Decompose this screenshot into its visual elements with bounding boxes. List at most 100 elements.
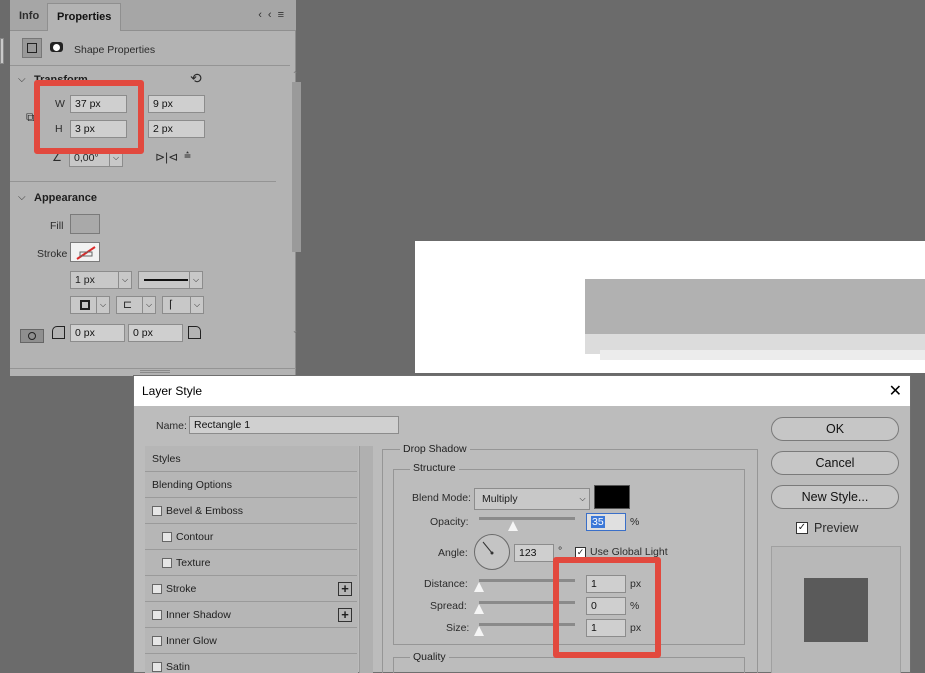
size-unit: px: [630, 622, 642, 634]
stroke-width-dropdown[interactable]: 1 px ⌵: [70, 271, 132, 289]
resize-grip-icon[interactable]: [140, 370, 170, 373]
width-field[interactable]: 37 px: [70, 95, 127, 113]
link-corners-button[interactable]: [20, 329, 44, 343]
preview-checkbox[interactable]: ✓: [796, 522, 808, 534]
checkbox[interactable]: [162, 558, 172, 568]
style-item-styles[interactable]: Styles: [145, 446, 357, 472]
chevron-down-icon: ⌵: [96, 297, 109, 313]
chevron-down-icon: ⌵: [109, 150, 122, 166]
properties-panel: Info Properties ‹‹≡ Shape Properties ⌵ T…: [10, 0, 301, 376]
opacity-field[interactable]: 35: [586, 513, 626, 531]
panel-controls: ‹‹≡: [258, 9, 290, 21]
size-slider[interactable]: [479, 623, 575, 626]
scroll-down-icon[interactable]: ⌄: [292, 326, 299, 335]
shape-transform-icon: [27, 43, 37, 53]
y-position-field[interactable]: 2 px: [148, 120, 205, 138]
tab-info[interactable]: Info: [10, 3, 48, 31]
transform-section-label: Transform: [34, 74, 88, 86]
scrollbar-thumb[interactable]: [292, 82, 301, 252]
height-field[interactable]: 3 px: [70, 120, 127, 138]
close-icon[interactable]: ✕: [889, 381, 902, 401]
flip-horizontal-icon[interactable]: ⊳|⊲: [155, 150, 178, 164]
checkbox[interactable]: [152, 662, 162, 672]
shape-properties-label: Shape Properties: [74, 44, 156, 56]
rectangle-layer[interactable]: [585, 279, 925, 334]
shadow-color-swatch[interactable]: [594, 485, 630, 509]
stroke-align-dropdown[interactable]: ⌵: [70, 296, 110, 314]
opacity-label: Opacity:: [430, 516, 469, 528]
x-position-field[interactable]: 9 px: [148, 95, 205, 113]
opacity-value: 35: [591, 516, 605, 528]
blend-mode-value: Multiply: [482, 493, 518, 505]
cancel-button[interactable]: Cancel: [771, 451, 899, 475]
tab-properties[interactable]: Properties: [47, 3, 122, 31]
style-item-texture[interactable]: Texture: [145, 550, 357, 576]
style-item-label: Blending Options: [152, 479, 232, 491]
add-effect-icon[interactable]: +: [338, 608, 352, 622]
stroke-caps-dropdown[interactable]: ⊏ ⌵: [116, 296, 156, 314]
shape-properties-button[interactable]: [22, 38, 42, 58]
style-item-inner-shadow[interactable]: Inner Shadow +: [145, 602, 357, 628]
reset-transform-icon[interactable]: ⟲: [190, 70, 202, 87]
stroke-type-dropdown[interactable]: ⌵: [138, 271, 203, 289]
chevron-down-icon[interactable]: ⌵: [18, 192, 26, 203]
corner-radius-field[interactable]: 0 px: [70, 324, 125, 342]
link-dimensions-icon[interactable]: ⧉: [26, 110, 35, 125]
angle-dial-needle-icon: [482, 541, 494, 555]
spread-slider-handle[interactable]: [474, 604, 484, 614]
style-item-label: Inner Glow: [166, 635, 217, 647]
distance-slider-handle[interactable]: [474, 582, 484, 592]
style-preview-swatch: [804, 578, 868, 642]
size-slider-handle[interactable]: [474, 626, 484, 636]
angle-dial[interactable]: [474, 534, 510, 570]
spread-slider[interactable]: [479, 601, 575, 604]
style-item-contour[interactable]: Contour: [145, 524, 357, 550]
angle-icon: ∠: [52, 152, 62, 164]
blend-mode-dropdown[interactable]: Multiply ⌵: [474, 488, 590, 510]
checkbox[interactable]: [152, 610, 162, 620]
size-field[interactable]: 1: [586, 619, 626, 637]
corner-radius-field[interactable]: 0 px: [128, 324, 183, 342]
use-global-light-checkbox[interactable]: ✓: [575, 547, 586, 558]
dialog-title: Layer Style: [142, 384, 203, 398]
scroll-up-icon[interactable]: ⌃: [292, 70, 299, 79]
chevron-down-icon: ⌵: [190, 297, 203, 313]
collapse-panel-icon[interactable]: ‹‹: [258, 9, 277, 21]
stroke-corners-dropdown[interactable]: ⌈ ⌵: [162, 296, 204, 314]
fill-swatch[interactable]: [70, 214, 100, 234]
layer-name-field[interactable]: Rectangle 1: [189, 416, 399, 434]
checkbox[interactable]: [152, 636, 162, 646]
panel-menu-icon[interactable]: ≡: [278, 9, 290, 21]
link-icon: [28, 332, 36, 340]
stroke-swatch[interactable]: [70, 242, 100, 262]
angle-dropdown[interactable]: 0,00° ⌵: [69, 149, 123, 167]
style-preview-box: [771, 546, 901, 673]
blend-mode-label: Blend Mode:: [412, 492, 471, 504]
new-style-button[interactable]: New Style...: [771, 485, 899, 509]
ok-button[interactable]: OK: [771, 417, 899, 441]
checkbox[interactable]: [162, 532, 172, 542]
opacity-slider[interactable]: [479, 517, 575, 520]
mask-properties-button[interactable]: [47, 38, 67, 58]
style-item-stroke[interactable]: Stroke +: [145, 576, 357, 602]
checkbox[interactable]: [152, 506, 162, 516]
dialog-titlebar[interactable]: Layer Style ✕: [134, 376, 910, 406]
distance-field[interactable]: 1: [586, 575, 626, 593]
opacity-slider-handle[interactable]: [508, 521, 518, 531]
chevron-down-icon[interactable]: ⌵: [18, 74, 26, 85]
distance-slider[interactable]: [479, 579, 575, 582]
style-item-inner-glow[interactable]: Inner Glow: [145, 628, 357, 654]
angle-field[interactable]: 123: [514, 544, 554, 562]
style-item-label: Styles: [152, 453, 181, 465]
styles-list-scrollbar[interactable]: [359, 446, 373, 673]
stroke-label: Stroke: [37, 248, 68, 260]
style-item-blending-options[interactable]: Blending Options: [145, 472, 357, 498]
flip-vertical-icon[interactable]: ⩮: [184, 148, 191, 163]
spread-field[interactable]: 0: [586, 597, 626, 615]
divider: [10, 181, 276, 182]
quality-label: Quality: [410, 651, 449, 663]
style-item-bevel-emboss[interactable]: Bevel & Emboss: [145, 498, 357, 524]
add-effect-icon[interactable]: +: [338, 582, 352, 596]
style-item-satin[interactable]: Satin: [145, 654, 357, 673]
checkbox[interactable]: [152, 584, 162, 594]
